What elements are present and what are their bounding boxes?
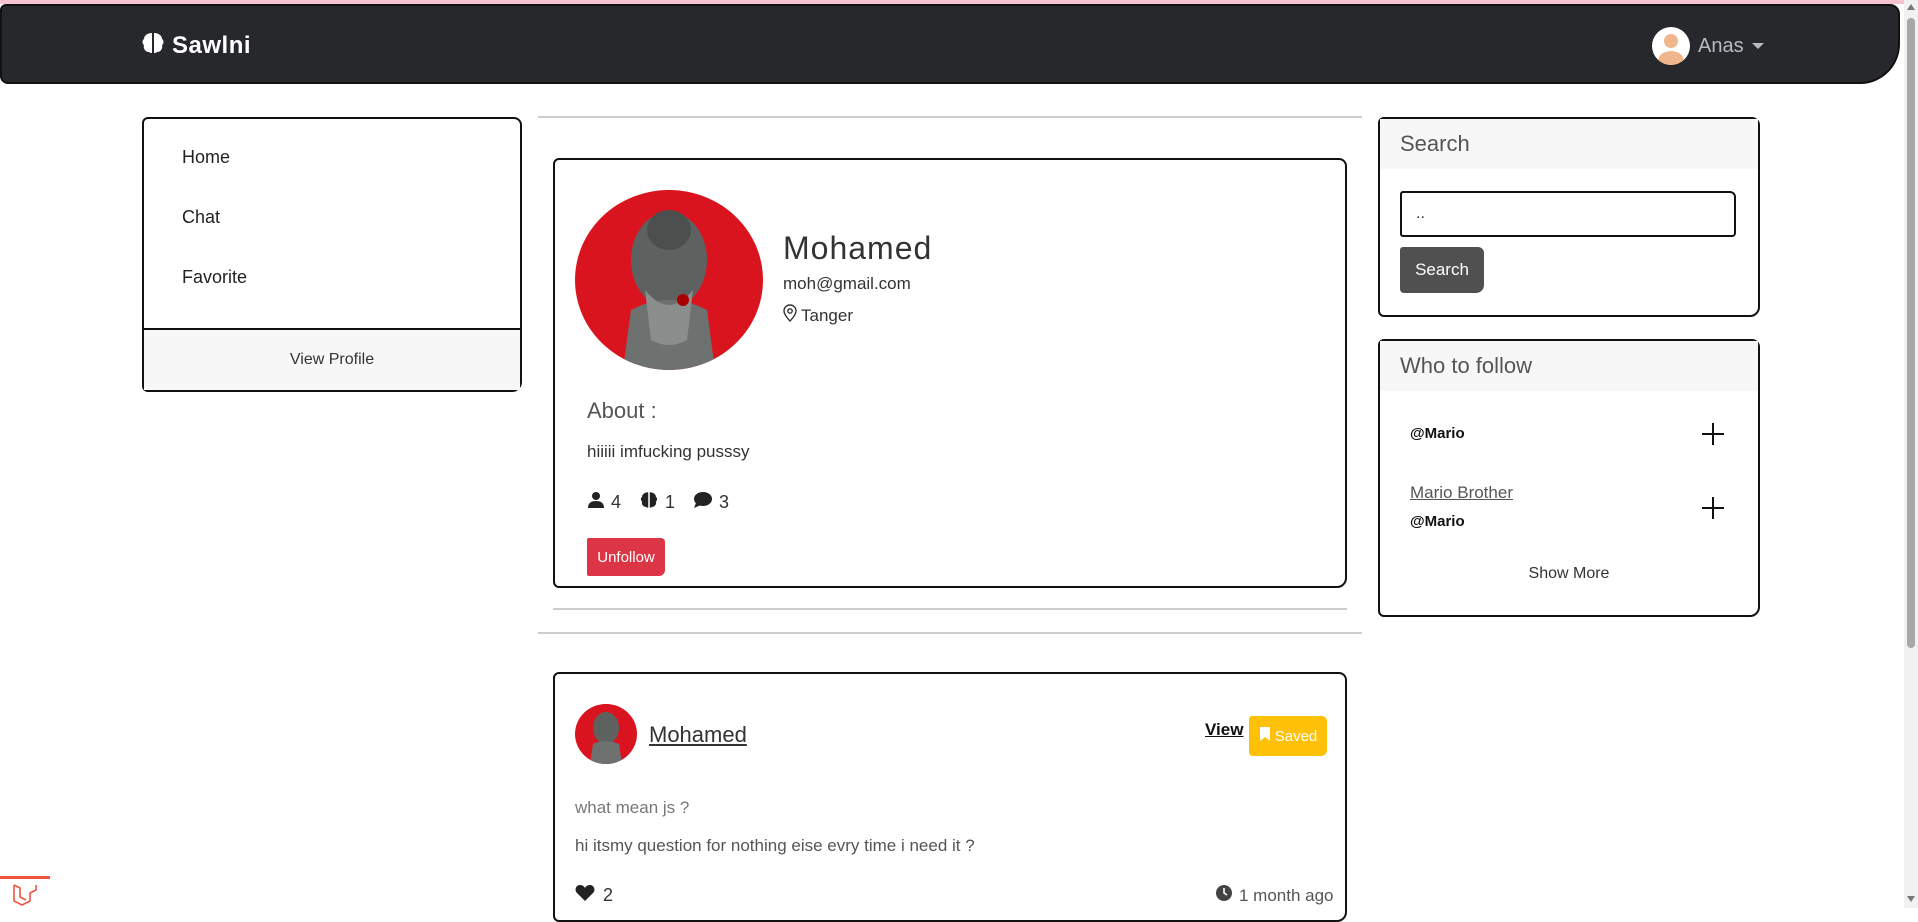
view-profile-link[interactable]: View Profile xyxy=(144,328,520,390)
laravel-icon[interactable] xyxy=(0,876,50,908)
follow-handle: @Mario xyxy=(1410,513,1465,530)
brand-link[interactable]: Sawlni xyxy=(140,30,251,61)
comment-icon xyxy=(693,491,713,514)
sidebar-nav-card: Home Chat Favorite View Profile xyxy=(142,117,522,392)
post-card: Mohamed View Saved what mean js ? hi its… xyxy=(553,672,1347,922)
user-icon xyxy=(587,491,605,514)
user-avatar-icon xyxy=(1652,27,1690,65)
scroll-down-arrow[interactable] xyxy=(1907,896,1915,902)
who-to-follow-title: Who to follow xyxy=(1380,341,1758,391)
navbar: Sawlni Anas xyxy=(0,4,1900,84)
comments-count: 3 xyxy=(719,492,730,512)
post-time-text: 1 month ago xyxy=(1239,885,1334,905)
plus-icon[interactable] xyxy=(1702,423,1724,445)
search-card-title: Search xyxy=(1380,119,1758,169)
posts-stat: 1 xyxy=(639,490,675,515)
scroll-thumb[interactable] xyxy=(1907,18,1915,648)
follow-name-link[interactable]: Mario Brother xyxy=(1410,483,1513,503)
bookmark-icon xyxy=(1259,726,1271,746)
heart-icon xyxy=(575,884,595,907)
followers-stat: 4 xyxy=(587,490,621,515)
profile-card: Mohamed moh@gmail.com Tanger About : hii… xyxy=(553,158,1347,588)
saved-button[interactable]: Saved xyxy=(1249,716,1327,756)
sidebar-item-home[interactable]: Home xyxy=(182,147,520,168)
about-title: About : xyxy=(587,398,657,423)
divider xyxy=(538,632,1362,634)
profile-location: Tanger xyxy=(783,304,853,327)
followers-count: 4 xyxy=(611,492,622,512)
user-name: Anas xyxy=(1698,34,1744,57)
about-text: hiiiii imfucking pusssy xyxy=(587,442,750,461)
scroll-up-arrow[interactable] xyxy=(1907,4,1915,10)
posts-count: 1 xyxy=(665,492,676,512)
profile-avatar xyxy=(575,190,763,370)
unfollow-button[interactable]: Unfollow xyxy=(587,538,665,576)
search-input[interactable] xyxy=(1400,191,1736,237)
post-title: what mean js ? xyxy=(575,798,690,817)
brain-icon xyxy=(140,30,166,61)
likes-count: 2 xyxy=(603,885,614,905)
view-post-link[interactable]: View xyxy=(1205,720,1243,740)
follow-handle: @Mario xyxy=(1410,425,1465,442)
divider xyxy=(553,608,1347,610)
search-button[interactable]: Search xyxy=(1400,247,1484,293)
plus-icon[interactable] xyxy=(1702,497,1724,519)
post-author-link[interactable]: Mohamed xyxy=(649,722,747,748)
post-time: 1 month ago xyxy=(1215,884,1334,907)
profile-email: moh@gmail.com xyxy=(783,274,911,293)
caret-down-icon xyxy=(1751,43,1764,49)
brand-name: Sawlni xyxy=(172,31,252,59)
post-likes[interactable]: 2 xyxy=(575,884,613,907)
search-card: Search Search xyxy=(1378,117,1760,317)
comments-stat: 3 xyxy=(693,490,729,515)
map-pin-icon xyxy=(783,304,797,327)
who-to-follow-card: Who to follow @Mario Mario Brother @Mari… xyxy=(1378,339,1760,617)
scrollbar[interactable] xyxy=(1904,0,1918,908)
profile-name: Mohamed xyxy=(783,230,933,266)
saved-label: Saved xyxy=(1274,727,1318,745)
profile-location-text: Tanger xyxy=(801,305,853,325)
profile-stats: 4 1 3 xyxy=(587,490,729,515)
sidebar-item-chat[interactable]: Chat xyxy=(182,207,520,228)
brain-icon xyxy=(639,490,659,515)
post-body: hi itsmy question for nothing eise evry … xyxy=(575,836,975,855)
post-author-avatar[interactable] xyxy=(575,704,637,764)
user-menu-toggle[interactable]: Anas xyxy=(1652,27,1764,65)
show-more-link[interactable]: Show More xyxy=(1380,565,1758,583)
sidebar-item-favorite[interactable]: Favorite xyxy=(182,267,520,288)
divider xyxy=(538,116,1362,118)
clock-icon xyxy=(1215,884,1233,907)
